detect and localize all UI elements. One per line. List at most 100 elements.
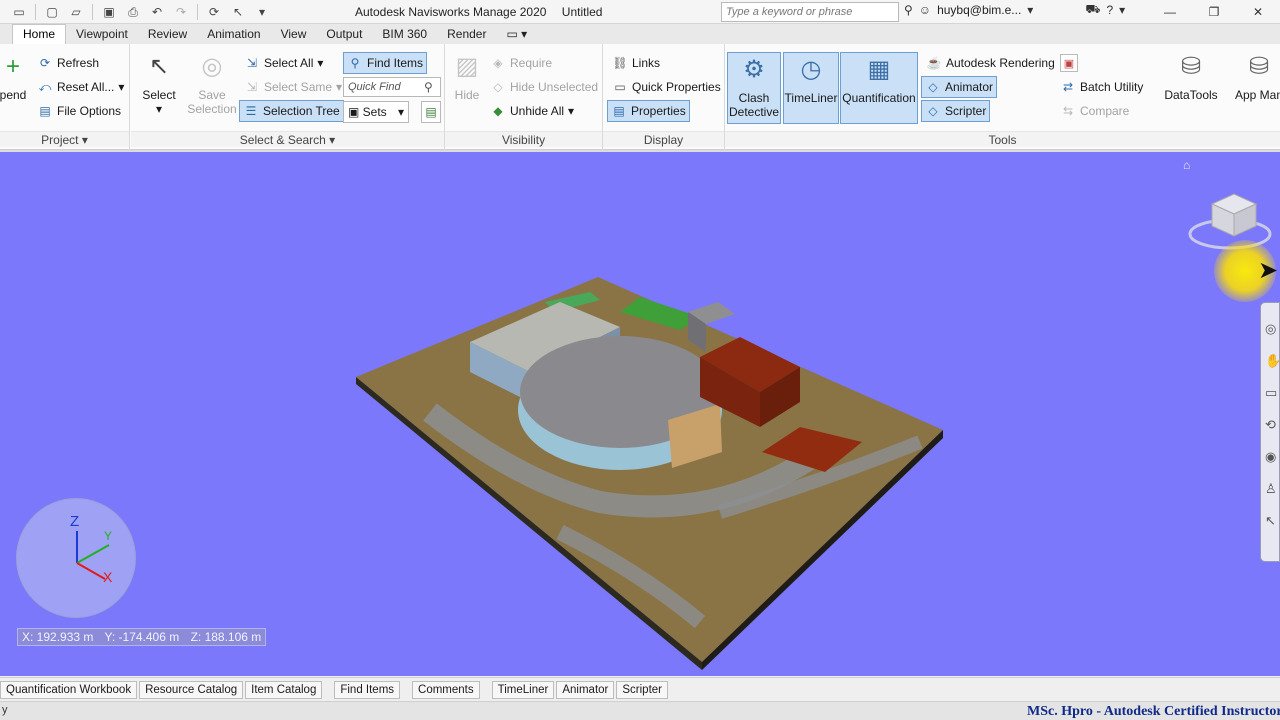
- find-items-button[interactable]: ⚲ Find Items: [343, 52, 428, 74]
- select-all-icon: ⇲: [246, 56, 258, 70]
- look-icon[interactable]: ◉: [1265, 441, 1279, 473]
- minimize-icon[interactable]: —: [1148, 0, 1192, 24]
- tab-animation[interactable]: Animation: [197, 25, 270, 44]
- tab-home[interactable]: Home: [12, 24, 67, 44]
- panel-tools: ⚙ Clash Detective ◷ TimeLiner ▦ Quantifi…: [725, 44, 1280, 150]
- help-dropdown-icon[interactable]: ▾: [1119, 3, 1125, 17]
- tab-view[interactable]: View: [271, 25, 317, 44]
- tab-viewpoint[interactable]: Viewpoint: [66, 25, 138, 44]
- separator: [197, 4, 198, 20]
- ribbon-tabs: Home Viewpoint Review Animation View Out…: [0, 24, 1280, 44]
- tab-quantification-workbook[interactable]: Quantification Workbook: [0, 680, 138, 699]
- quantification-button[interactable]: ▦ Quantification: [840, 52, 918, 124]
- status-text: y: [2, 704, 8, 716]
- walk-icon[interactable]: ♙: [1265, 473, 1279, 505]
- compare-button[interactable]: ⇆ Compare: [1057, 100, 1132, 122]
- selection-tree-button[interactable]: ☰ Selection Tree: [239, 100, 344, 122]
- user-dropdown-icon[interactable]: ▾: [1027, 3, 1033, 17]
- pan-icon[interactable]: ✋: [1265, 345, 1280, 377]
- reset-all-button[interactable]: ⤺ Reset All... ▾: [34, 76, 127, 98]
- manage-sets-icon[interactable]: ▤: [421, 101, 441, 123]
- bottom-panel-tabs: Quantification Workbook Resource Catalog…: [0, 677, 1280, 701]
- quick-find-search-icon[interactable]: ⚲: [424, 80, 433, 94]
- batch-utility-icon: ⇄: [1062, 80, 1074, 94]
- hide-unselected-button[interactable]: ◇ Hide Unselected: [487, 76, 601, 98]
- restore-icon[interactable]: ❐: [1192, 0, 1236, 24]
- redo-icon[interactable]: ↷: [170, 2, 192, 22]
- quick-properties-button[interactable]: ▭ Quick Properties: [609, 76, 724, 98]
- help-icon[interactable]: ?: [1106, 3, 1113, 17]
- steering-wheel-icon[interactable]: ◎: [1265, 313, 1279, 345]
- require-button[interactable]: ◈ Require: [487, 52, 555, 74]
- home-icon[interactable]: ⌂: [1183, 158, 1190, 172]
- scripter-button[interactable]: ◇ Scripter: [921, 100, 991, 122]
- print-icon[interactable]: ⎙: [122, 2, 144, 22]
- new-file-icon[interactable]: ▢: [41, 2, 63, 22]
- mouse-cursor-icon: ➤: [1258, 257, 1279, 284]
- 3d-viewport[interactable]: ⌂ ➤ ◎ ✋ ▭ ⟲ ◉ ♙ ↖ Z Y X X: 192.933 m Y: …: [0, 152, 1280, 676]
- tab-timeliner[interactable]: TimeLiner: [491, 680, 555, 699]
- append-button[interactable]: + pend: [0, 50, 26, 103]
- animator-button[interactable]: ◇ Animator: [921, 76, 998, 98]
- select-icon[interactable]: ↖: [1265, 505, 1279, 537]
- zoom-window-icon[interactable]: ▭: [1265, 377, 1279, 409]
- building-model[interactable]: [0, 152, 1280, 676]
- user-name[interactable]: huybq@bim.e...: [937, 3, 1021, 17]
- tab-comments[interactable]: Comments: [412, 680, 480, 699]
- find-items-icon: ⚲: [350, 56, 360, 70]
- cart-icon[interactable]: ⛟: [1085, 2, 1100, 18]
- tab-resource-catalog[interactable]: Resource Catalog: [139, 680, 244, 699]
- appearance-profiler-icon[interactable]: ▣: [1060, 54, 1078, 72]
- app-title: Autodesk Navisworks Manage 2020: [355, 5, 547, 19]
- orbit-icon[interactable]: ⟲: [1265, 409, 1279, 441]
- tab-review[interactable]: Review: [138, 25, 197, 44]
- batch-utility-button[interactable]: ⇄ Batch Utility: [1057, 76, 1146, 98]
- select-button[interactable]: ↖ Select ▾: [139, 50, 179, 117]
- unhide-all-button[interactable]: ◆ Unhide All ▾: [487, 100, 577, 122]
- panel-label-select-search[interactable]: Select & Search ▾: [131, 131, 444, 147]
- close-icon[interactable]: ✕: [1236, 0, 1280, 24]
- links-button[interactable]: ⛓ Links: [609, 52, 663, 74]
- reset-icon: ⤺: [38, 79, 52, 94]
- tab-output[interactable]: Output: [316, 25, 372, 44]
- tab-item-catalog[interactable]: Item Catalog: [245, 680, 323, 699]
- tab-animator[interactable]: Animator: [556, 680, 615, 699]
- refresh-button[interactable]: ⟳ Refresh: [34, 52, 102, 74]
- customize-dropdown-icon[interactable]: ▾: [251, 2, 273, 22]
- sets-label: Sets: [362, 105, 387, 119]
- hide-button[interactable]: ▨ Hide: [449, 50, 485, 103]
- properties-button[interactable]: ▤ Properties: [607, 100, 690, 122]
- datatools-button[interactable]: ⛁ DataTools: [1163, 50, 1219, 103]
- sets-dropdown[interactable]: ▣ Sets ▾: [343, 101, 409, 123]
- save-selection-button[interactable]: ◎ Save Selection: [187, 50, 237, 117]
- select-same-label: Select Same: [264, 80, 333, 94]
- select-same-icon: ⇲: [246, 80, 258, 94]
- help-search-input[interactable]: Type a keyword or phrase: [721, 2, 899, 22]
- status-bar: y MSc. Hpro - Autodesk Certified Instruc…: [0, 701, 1280, 720]
- save-selection-label-1: Save: [198, 88, 226, 102]
- app-menu-icon[interactable]: ▭: [8, 2, 30, 22]
- tab-bim360[interactable]: BIM 360: [372, 25, 437, 44]
- user-icon[interactable]: ☺: [919, 3, 931, 17]
- save-icon[interactable]: ▣: [98, 2, 120, 22]
- panel-label-project[interactable]: Project ▾: [0, 131, 129, 147]
- select-search-label: Select & Search: [239, 133, 326, 147]
- tab-scripter[interactable]: Scripter: [616, 680, 668, 699]
- binoculars-icon[interactable]: ⚲: [904, 3, 913, 17]
- select-cursor-icon[interactable]: ↖: [227, 2, 249, 22]
- open-folder-icon[interactable]: ▱: [65, 2, 87, 22]
- autodesk-rendering-button[interactable]: ☕ Autodesk Rendering: [923, 52, 1058, 74]
- select-label: Select: [142, 88, 176, 102]
- refresh-icon[interactable]: ⟳: [203, 2, 225, 22]
- app-manager-button[interactable]: ⛁ App Man: [1229, 50, 1280, 103]
- timeliner-button[interactable]: ◷ TimeLiner: [783, 52, 839, 124]
- file-options-button[interactable]: ▤ File Options: [34, 100, 124, 122]
- ribbon-extra-dropdown-icon[interactable]: ▭ ▾: [496, 25, 537, 44]
- undo-icon[interactable]: ↶: [146, 2, 168, 22]
- select-same-button[interactable]: ⇲ Select Same ▾: [241, 76, 345, 98]
- tab-find-items[interactable]: Find Items: [334, 680, 401, 699]
- navigation-bar[interactable]: ◎ ✋ ▭ ⟲ ◉ ♙ ↖: [1260, 302, 1280, 562]
- tab-render[interactable]: Render: [437, 25, 496, 44]
- select-all-button[interactable]: ⇲ Select All ▾: [241, 52, 326, 74]
- clash-detective-button[interactable]: ⚙ Clash Detective: [727, 52, 781, 124]
